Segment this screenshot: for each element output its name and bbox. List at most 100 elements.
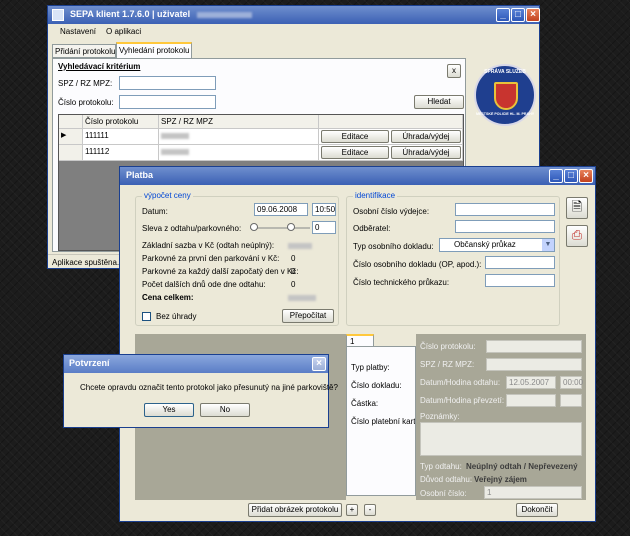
search-button[interactable]: Hledat — [414, 95, 464, 109]
protocol-info-panel: Číslo protokolu: SPZ / RZ MPZ: Datum/Hod… — [416, 334, 586, 500]
grid-header-spz[interactable]: SPZ / RZ MPZ — [159, 115, 319, 129]
redacted-spz — [161, 132, 189, 139]
grid-header-number[interactable]: Číslo protokolu — [83, 115, 159, 129]
menu-nastaveni[interactable]: Nastavení — [60, 27, 96, 36]
vypocet-title: výpočet ceny — [142, 191, 193, 200]
row-number: 111112 — [83, 145, 159, 161]
maximize-button[interactable]: □ — [511, 8, 525, 22]
row-number: 111111 — [83, 129, 159, 145]
grid-header-blank — [319, 115, 463, 129]
no-button[interactable]: No — [200, 403, 250, 417]
redacted-celkem — [288, 295, 316, 301]
osobni-vydejce-input[interactable] — [455, 203, 555, 216]
search-close-button[interactable]: x — [447, 64, 461, 78]
datum-label: Datum: — [142, 207, 168, 216]
info-odtah-label: Datum/Hodina odtahu: — [420, 378, 501, 387]
identifikace-title: identifikace — [353, 191, 398, 200]
prepocitat-button[interactable]: Přepočítat — [282, 309, 334, 323]
tab-vyhledani[interactable]: Vyhledání protokolu — [116, 42, 192, 58]
edit-button[interactable]: Editace — [321, 146, 389, 159]
dalsi-den-value: 0 — [291, 267, 296, 276]
payment-tab[interactable]: 1 — [346, 334, 374, 346]
redacted-username — [196, 11, 252, 18]
dokoncit-button[interactable]: Dokončit — [516, 503, 558, 517]
info-poznamky-label: Poznámky: — [420, 412, 460, 421]
cislo-dokladu-label: Číslo osobního dokladu (OP, apod.): — [353, 260, 482, 269]
sleva-input[interactable]: 0 — [312, 221, 336, 234]
odberatel-input[interactable] — [455, 220, 555, 233]
row-selector[interactable] — [59, 145, 83, 161]
time-input[interactable]: 10:50 — [312, 203, 336, 216]
info-osobni-input: 1 — [484, 486, 582, 499]
dialog-title-bar[interactable]: Potvrzení — [64, 355, 328, 373]
row-spz — [159, 129, 319, 145]
datum-input[interactable]: 09.06.2008 — [254, 203, 308, 216]
logo-text-bottom: MĚSTSKÉ POLICIE HL. M. PRAHY — [476, 112, 534, 116]
osobni-vydejce-label: Osobní číslo výdejce: — [353, 207, 430, 216]
document-icon[interactable]: 🗎 — [566, 197, 588, 219]
sleva-label: Sleva z odtahu/parkovného: — [142, 224, 242, 233]
sleva-slider[interactable] — [250, 227, 310, 229]
plus-button[interactable]: + — [346, 504, 358, 516]
cislo-dokladu-input[interactable] — [485, 256, 555, 269]
info-spz-label: SPZ / RZ MPZ: — [420, 360, 475, 369]
slider-right-knob[interactable] — [287, 223, 295, 231]
info-cislo-label: Číslo protokolu: — [420, 342, 476, 351]
main-title: SEPA klient 1.7.6.0 | uživatel — [70, 9, 191, 19]
tp-input[interactable] — [485, 274, 555, 287]
bez-uhrady-checkbox[interactable] — [142, 312, 151, 321]
dialog-message: Chcete opravdu označit tento protokol ja… — [80, 383, 338, 392]
minimize-button[interactable]: _ — [496, 8, 510, 22]
tab-pridani[interactable]: Přidání protokolu — [52, 44, 116, 58]
pay-button[interactable]: Úhrada/výdej — [391, 146, 461, 159]
close-button[interactable]: × — [579, 169, 593, 183]
dalsi-den-label: Parkovné za každý další započatý den v K… — [142, 267, 299, 276]
chevron-down-icon[interactable]: ▼ — [542, 239, 554, 251]
celkem-label: Cena celkem: — [142, 293, 194, 302]
odberatel-label: Odběratel: — [353, 224, 391, 233]
bez-uhrady-label[interactable]: Bez úhrady — [156, 312, 196, 321]
spz-input[interactable] — [119, 76, 216, 90]
yes-button[interactable]: Yes — [144, 403, 194, 417]
maximize-button[interactable]: □ — [564, 169, 578, 183]
pocet-label: Počet dalších dnů ode dne odtahu: — [142, 280, 266, 289]
typ-dokladu-select[interactable]: Občanský průkaz ▼ — [439, 238, 555, 252]
print-icon[interactable]: ⎙ — [566, 225, 588, 247]
info-prevzeti-date — [506, 394, 556, 407]
zakladni-label: Základní sazba v Kč (odtah neúplný): — [142, 241, 275, 250]
platba-title-bar[interactable]: Platba — [120, 167, 595, 185]
vypocet-group: výpočet ceny Datum: 09.06.2008 10:50 Sle… — [135, 191, 339, 326]
logo-text: SPRÁVA SLUŽEB — [484, 69, 526, 75]
info-odtah-time: 00:00 — [560, 376, 583, 389]
info-poznamky-textarea — [420, 422, 582, 456]
info-duvod-label: Důvod odtahu: — [420, 475, 473, 484]
info-odtah-date: 12.05.2007 — [506, 376, 556, 389]
search-header: Vyhledávací kritérium — [58, 62, 141, 71]
redacted-spz — [161, 148, 189, 155]
row-spz — [159, 145, 319, 161]
grid-corner — [59, 115, 83, 129]
info-typ-odtahu-value: Neúplný odtah / Nepřevezený — [466, 462, 578, 471]
menu-o-aplikaci[interactable]: O aplikaci — [106, 27, 141, 36]
info-typ-odtahu-label: Typ odtahu: — [420, 462, 462, 471]
close-button[interactable]: × — [312, 357, 326, 371]
city-police-logo: SPRÁVA SLUŽEB MĚSTSKÉ POLICIE HL. M. PRA… — [474, 64, 536, 126]
identifikace-group: identifikace Osobní číslo výdejce: Odběr… — [346, 191, 560, 326]
minimize-button[interactable]: _ — [549, 169, 563, 183]
karta-label: Číslo platební karty: — [351, 417, 416, 426]
main-title-bar[interactable]: SEPA klient 1.7.6.0 | uživatel — [48, 6, 539, 24]
protocol-label: Číslo protokolu: — [58, 98, 114, 107]
info-prevzeti-label: Datum/Hodina převzetí: — [420, 396, 505, 405]
slider-left-knob[interactable] — [250, 223, 258, 231]
protocol-input[interactable] — [119, 95, 216, 109]
row-selector[interactable]: ▶ — [59, 129, 83, 145]
status-text: Aplikace spuštěna. — [52, 258, 120, 267]
minus-button[interactable]: - — [364, 504, 376, 516]
pay-button[interactable]: Úhrada/výdej — [391, 130, 461, 143]
redacted-zakladni — [288, 243, 312, 249]
close-button[interactable]: × — [526, 8, 540, 22]
edit-button[interactable]: Editace — [321, 130, 389, 143]
pridat-obrazek-button[interactable]: Přidat obrázek protokolu — [248, 503, 342, 517]
payment-tab-label: 1 — [350, 337, 355, 346]
logo-crest — [494, 82, 518, 110]
